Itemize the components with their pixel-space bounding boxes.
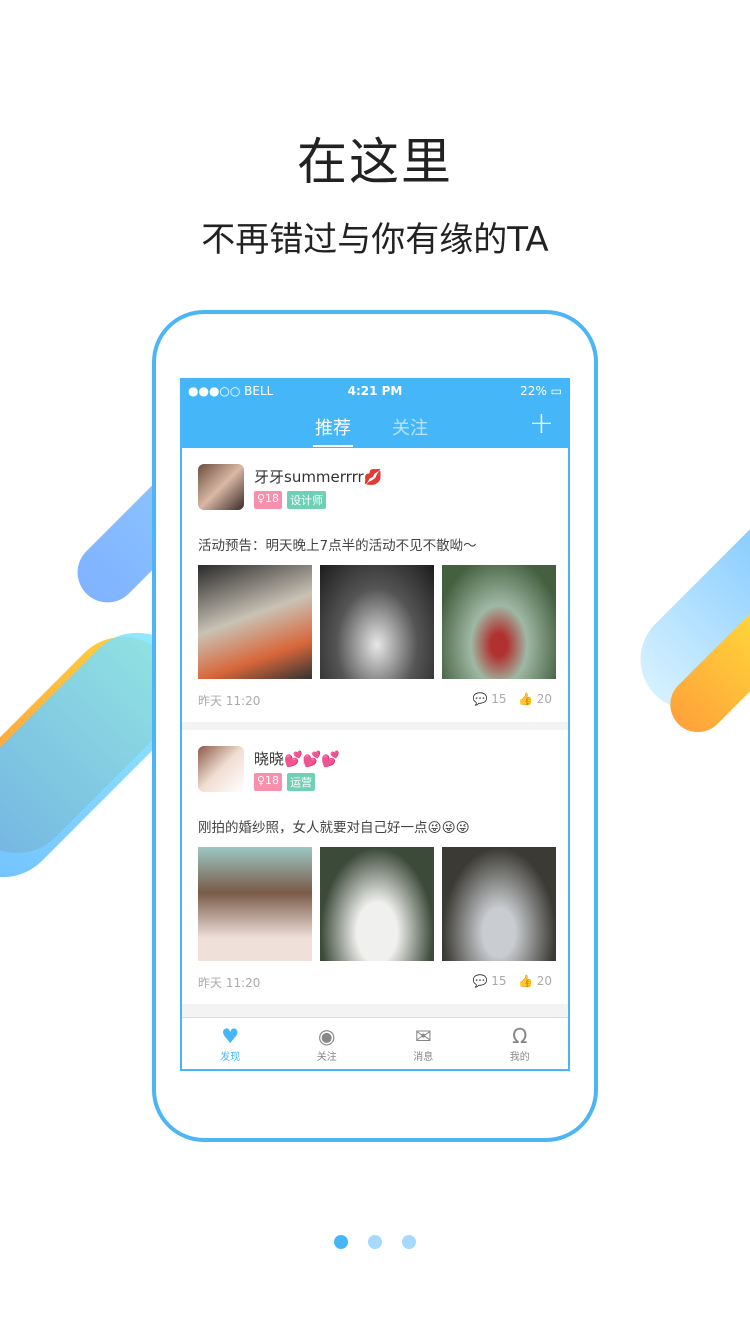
app-screen: ●●●○○ BELL 4:21 PM 22% ▭ 推荐 关注 + 牙牙summe…	[180, 378, 570, 1071]
like-button[interactable]: 👍 20	[518, 974, 552, 988]
post-time: 昨天 11:20	[198, 694, 261, 708]
age-badge: ♀18	[254, 491, 283, 509]
username[interactable]: 牙牙summerrrr💋	[254, 466, 382, 487]
comment-button[interactable]: 💬 15	[472, 974, 506, 988]
avatar[interactable]	[198, 746, 244, 792]
page-dot[interactable]	[368, 1235, 382, 1249]
mail-icon: ✉	[414, 1024, 432, 1048]
tab-messages[interactable]: ✉ 消息	[375, 1018, 472, 1069]
clock: 4:21 PM	[347, 384, 403, 398]
user-icon: Ω	[512, 1024, 528, 1048]
page-dot-active[interactable]	[334, 1235, 348, 1249]
add-button[interactable]: +	[529, 406, 554, 441]
comment-button[interactable]: 💬 15	[472, 692, 506, 706]
post-time: 昨天 11:20	[198, 976, 261, 990]
eye-icon: ◉	[318, 1024, 336, 1048]
divider	[182, 722, 568, 730]
role-badge: 运营	[287, 773, 316, 791]
page-dot[interactable]	[402, 1235, 416, 1249]
post-image[interactable]	[320, 847, 434, 961]
tab-follow[interactable]: 关注	[392, 414, 428, 440]
post-text: 活动预告：明天晚上7点半的活动不见不散呦～	[198, 538, 477, 554]
tab-discover[interactable]: ♥ 发现	[182, 1018, 279, 1069]
post-card[interactable]: 晓晓💕💕💕 ♀18 运营 刚拍的婚纱照，女人就要对自己好一点😜😜😜 昨天 11:2…	[182, 730, 568, 1004]
bottom-tab-bar: ♥ 发现 ◉ 关注 ✉ 消息 Ω 我的	[182, 1017, 568, 1069]
subheadline: 不再错过与你有缘的TA	[201, 220, 549, 260]
role-badge: 设计师	[287, 491, 327, 509]
avatar[interactable]	[198, 464, 244, 510]
top-nav: 推荐 关注 +	[182, 402, 568, 448]
like-button[interactable]: 👍 20	[518, 692, 552, 706]
tab-recommend[interactable]: 推荐	[313, 414, 353, 447]
age-badge: ♀18	[254, 773, 283, 791]
post-image[interactable]	[198, 847, 312, 961]
post-image[interactable]	[442, 565, 556, 679]
tab-profile[interactable]: Ω 我的	[472, 1018, 569, 1069]
post-card[interactable]: 牙牙summerrrr💋 ♀18 设计师 活动预告：明天晚上7点半的活动不见不散呦…	[182, 448, 568, 722]
headline: 在这里	[297, 133, 453, 191]
post-image[interactable]	[198, 565, 312, 679]
post-text: 刚拍的婚纱照，女人就要对自己好一点😜😜😜	[198, 820, 470, 836]
username[interactable]: 晓晓💕💕💕	[254, 748, 340, 769]
status-bar: ●●●○○ BELL 4:21 PM 22% ▭	[182, 380, 568, 402]
tab-following[interactable]: ◉ 关注	[279, 1018, 376, 1069]
post-image[interactable]	[320, 565, 434, 679]
heart-icon: ♥	[221, 1024, 240, 1048]
post-image[interactable]	[442, 847, 556, 961]
